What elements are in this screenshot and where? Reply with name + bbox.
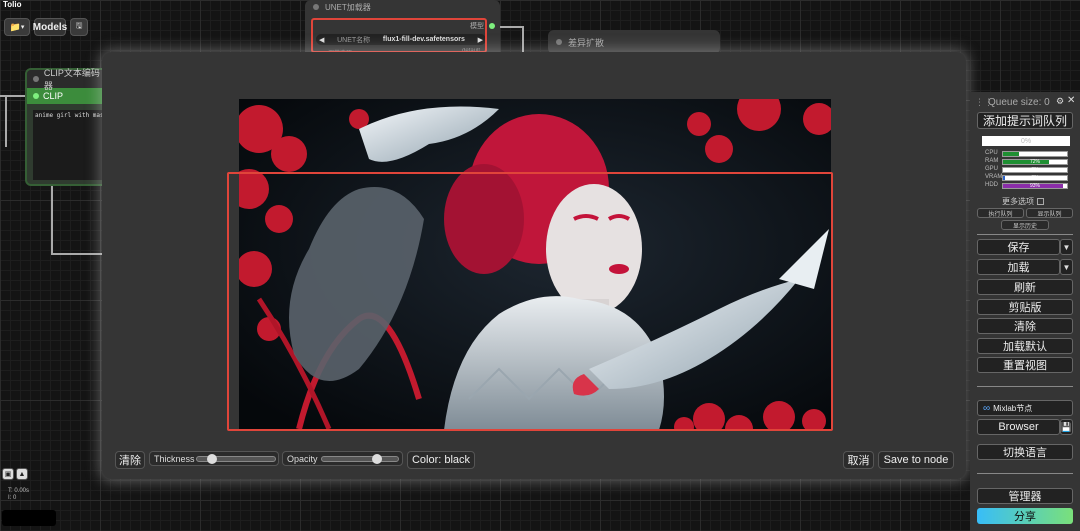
- save-icon-button[interactable]: 🖫: [70, 18, 88, 36]
- collapse-dot-icon[interactable]: [33, 76, 39, 82]
- folder-icon: 📁: [9, 21, 21, 32]
- monitor-bar-vram: 0%: [1002, 175, 1068, 181]
- node-header: UNET加载器: [305, 0, 500, 14]
- chevron-down-icon: ▾: [20, 24, 25, 31]
- monitor-value: 72%: [1029, 159, 1040, 165]
- graph-wire: [500, 26, 524, 28]
- mask-clear-button[interactable]: 清除: [115, 451, 145, 469]
- thickness-slider-box: Thickness: [149, 451, 279, 466]
- mixlab-label: Mixlab节点: [993, 403, 1033, 413]
- models-button[interactable]: Models: [33, 18, 67, 36]
- graph-wire: [522, 26, 524, 52]
- monitor-bar-cpu: [1002, 151, 1068, 157]
- divider: [977, 386, 1073, 387]
- prompt-textarea[interactable]: anime girl with massiv: [33, 110, 104, 180]
- node-header: CLIP文本编码器: [27, 68, 108, 91]
- opacity-slider-track[interactable]: [321, 455, 399, 462]
- opacity-label: Opacity: [287, 453, 318, 464]
- divider: [977, 234, 1073, 235]
- pin-icon[interactable]: ▲: [16, 468, 28, 480]
- refresh-button[interactable]: 刷新: [977, 279, 1073, 295]
- slot-label: CLIP: [43, 91, 64, 101]
- graph-wire: [51, 253, 103, 255]
- close-icon[interactable]: ✕: [1067, 95, 1075, 106]
- more-options-toggle[interactable]: 更多选项: [1002, 196, 1044, 207]
- node-title: 差异扩散: [568, 37, 605, 48]
- graph-wire: [51, 186, 53, 254]
- show-history-button[interactable]: 显示历史: [1001, 220, 1049, 230]
- thickness-slider-thumb[interactable]: [206, 454, 217, 464]
- monitor-label-hdd: HDD: [985, 182, 998, 188]
- monitor-label-vram: VRAM: [985, 174, 1003, 180]
- monitor-fill: [1003, 152, 1019, 156]
- browser-save-icon[interactable]: 💾: [1060, 419, 1073, 435]
- reset-view-button[interactable]: 重置视图: [977, 357, 1073, 373]
- show-queue-button[interactable]: 显示队列: [1026, 208, 1073, 218]
- load-dropdown-chevron-icon[interactable]: ▼: [1060, 259, 1073, 275]
- mask-selection-rect[interactable]: [227, 172, 833, 431]
- clipspace-button[interactable]: 剪贴版: [977, 299, 1073, 315]
- monitor-value: 0%: [1031, 175, 1039, 181]
- color-toggle-button[interactable]: Color: black: [407, 451, 475, 469]
- manager-button[interactable]: 管理器: [977, 488, 1073, 504]
- more-options-label: 更多选项: [1002, 197, 1034, 206]
- load-workflow-button[interactable]: 加载: [977, 259, 1060, 275]
- monitor-value: 0%: [1031, 167, 1039, 173]
- queue-size-label: Queue size: 0: [988, 97, 1050, 108]
- node-title: UNET加载器: [325, 2, 371, 12]
- save-to-node-button[interactable]: Save to node: [878, 451, 954, 469]
- save-dropdown-chevron-icon[interactable]: ▼: [1060, 239, 1073, 255]
- monitor-label-cpu: CPU: [985, 150, 998, 156]
- more-options-checkbox[interactable]: [1037, 198, 1044, 205]
- monitor-bar-hdd: 93%: [1002, 183, 1068, 189]
- save-workflow-button[interactable]: 保存: [977, 239, 1060, 255]
- divider: [977, 473, 1073, 474]
- clip-text-encode-node[interactable]: CLIP文本编码器 CLIP anime girl with massiv: [25, 68, 110, 186]
- folder-menu-button[interactable]: 📁 ▾: [4, 18, 30, 36]
- queue-prompt-button[interactable]: 添加提示词队列: [977, 112, 1073, 129]
- differential-diffusion-node[interactable]: 差异扩散: [548, 30, 720, 54]
- selection-highlight: [311, 18, 487, 53]
- graph-wire: [5, 95, 7, 147]
- load-default-button[interactable]: 加载默认: [977, 338, 1073, 354]
- opacity-slider-thumb[interactable]: [372, 454, 383, 464]
- stats-line: I: 0: [8, 495, 17, 501]
- image-icon[interactable]: ▣: [2, 468, 14, 480]
- monitor-label-ram: RAM: [985, 158, 999, 164]
- monitor-bar-gpu: 0%: [1002, 167, 1068, 173]
- clear-workflow-button[interactable]: 清除: [977, 318, 1073, 334]
- node-title: CLIP文本编码器: [43, 68, 100, 91]
- infinity-icon: ∞: [983, 402, 991, 414]
- progress-text: 0%: [1020, 137, 1032, 145]
- monitor-value: 93%: [1029, 183, 1040, 189]
- cancel-button[interactable]: 取消: [843, 451, 874, 469]
- save-icon: 🖫: [75, 21, 83, 30]
- share-button[interactable]: 分享: [977, 508, 1073, 524]
- bottom-left-bar: [2, 510, 56, 526]
- opacity-slider-box: Opacity: [282, 451, 403, 466]
- progress-bar: 0%: [982, 136, 1070, 146]
- monitor-label-gpu: GPU: [985, 166, 999, 172]
- run-queue-button[interactable]: 执行队列: [977, 208, 1024, 218]
- browser-button[interactable]: Browser: [977, 419, 1060, 435]
- monitor-bar-ram: 72%: [1002, 159, 1068, 165]
- mixlab-nodes-button[interactable]: ∞ Mixlab节点: [977, 400, 1073, 416]
- collapse-dot-icon[interactable]: [313, 4, 319, 10]
- app-title: Tolio: [3, 0, 22, 9]
- input-dot-icon: [33, 93, 39, 99]
- gear-icon[interactable]: ⚙: [1056, 96, 1064, 107]
- thickness-label: Thickness: [154, 453, 195, 464]
- collapse-dot-icon[interactable]: [556, 39, 562, 45]
- output-dot-icon[interactable]: [489, 23, 495, 29]
- switch-language-button[interactable]: 切换语言: [977, 444, 1073, 460]
